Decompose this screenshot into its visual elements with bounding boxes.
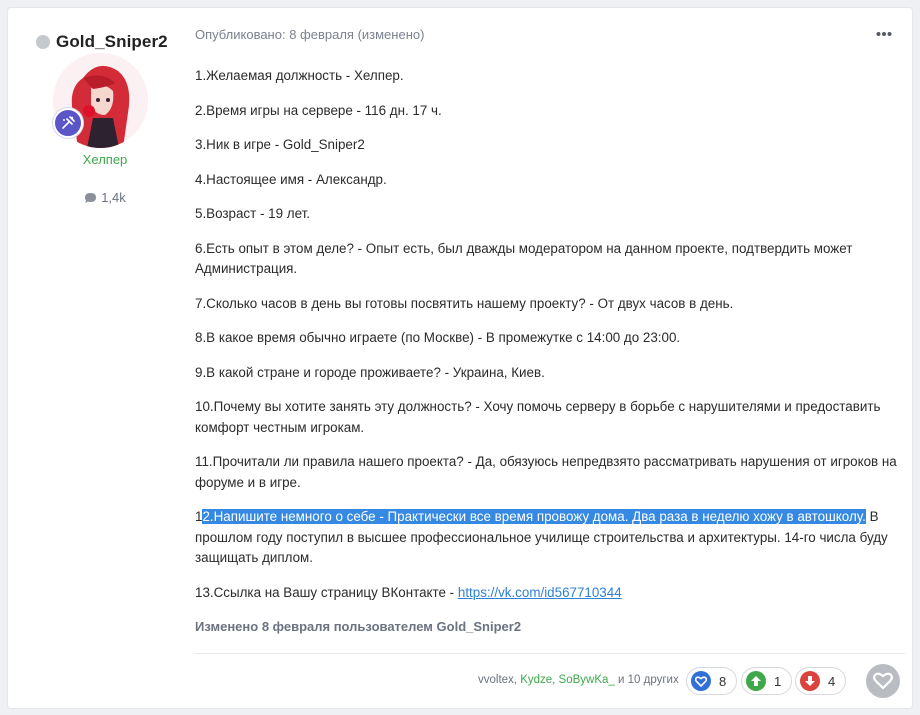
reaction-users[interactable]: vvoltex, Kydze, SoBywKa_ и 10 других [478,674,679,686]
reaction-count: 1 [774,673,782,689]
author-group-label: Хелпер [82,152,128,167]
post-line: 5.Возраст - 19 лет. [195,206,310,221]
heart-icon [873,672,893,690]
reactor-user[interactable]: vvoltex [478,674,514,686]
divider [195,653,905,654]
arrow-down-icon [800,671,820,691]
post-line-about: 12.Напишите немного о себе - Практически… [195,507,900,569]
post-line: 7.Сколько часов в день вы готовы посвяти… [195,295,734,311]
post-line-vk: 13.Ссылка на Вашу страницу ВКонтакте - h… [195,583,900,604]
post-line: 10.Почему вы хотите занять эту должность… [195,399,881,435]
rank-badge-icon [53,108,83,138]
offline-status-icon [36,35,50,49]
selected-text: 2.Напишите немного о себе - Практически … [202,509,866,524]
reactor-user[interactable]: SoBywKa_ [559,674,615,686]
reactor-user[interactable]: Kydze [520,674,552,686]
author-post-count: 1,4k [36,190,174,205]
comment-icon [85,192,97,203]
post-line: 4.Настоящее имя - Александр. [195,171,387,187]
edited-note: Изменено 8 февраля пользователем Gold_Sn… [195,619,522,634]
forum-post-card: Gold_Sniper2 Хелпер 1,4k Опубликовано: 8… [8,8,912,708]
reaction-like-button[interactable]: 8 [686,667,738,695]
author-name-link[interactable]: Gold_Sniper2 [56,32,168,52]
reaction-downvote-button[interactable]: 4 [795,667,847,695]
post-line: 6.Есть опыт в этом деле? - Опыт есть, бы… [195,240,853,277]
avatar-wrapper [53,53,148,148]
reaction-count: 8 [719,673,727,689]
reaction-upvote-button[interactable]: 1 [741,667,793,695]
vk-label: 13.Ссылка на Вашу страницу ВКонтакте - [195,584,458,600]
post-content: 1.Желаемая должность - Хелпер. 2.Время и… [195,66,900,638]
post-line: 11.Прочитали ли правила нашего проекта? … [195,454,897,490]
heart-icon [691,671,711,691]
arrow-up-icon [746,671,766,691]
more-icon [876,32,892,36]
add-reaction-button[interactable] [866,664,900,698]
more-options-button[interactable] [876,24,892,42]
post-line: 2.Время игры на сервере - 116 дн. 17 ч. [195,102,442,118]
post-line: 8.В какое время обычно играете (по Москв… [195,330,681,345]
post-line: 9.В какой стране и городе проживаете? - … [195,364,545,380]
others-count[interactable]: и 10 других [615,674,679,686]
post-line: 1.Желаемая должность - Хелпер. [195,68,404,83]
post-published-date[interactable]: Опубликовано: 8 февраля (изменено) [195,27,424,42]
reaction-count: 4 [828,673,836,689]
author-header: Gold_Sniper2 [36,32,168,52]
vk-profile-link[interactable]: https://vk.com/id567710344 [458,585,622,600]
post-count-value: 1,4k [101,190,126,205]
post-line: 3.Ник в игре - Gold_Sniper2 [195,137,365,152]
